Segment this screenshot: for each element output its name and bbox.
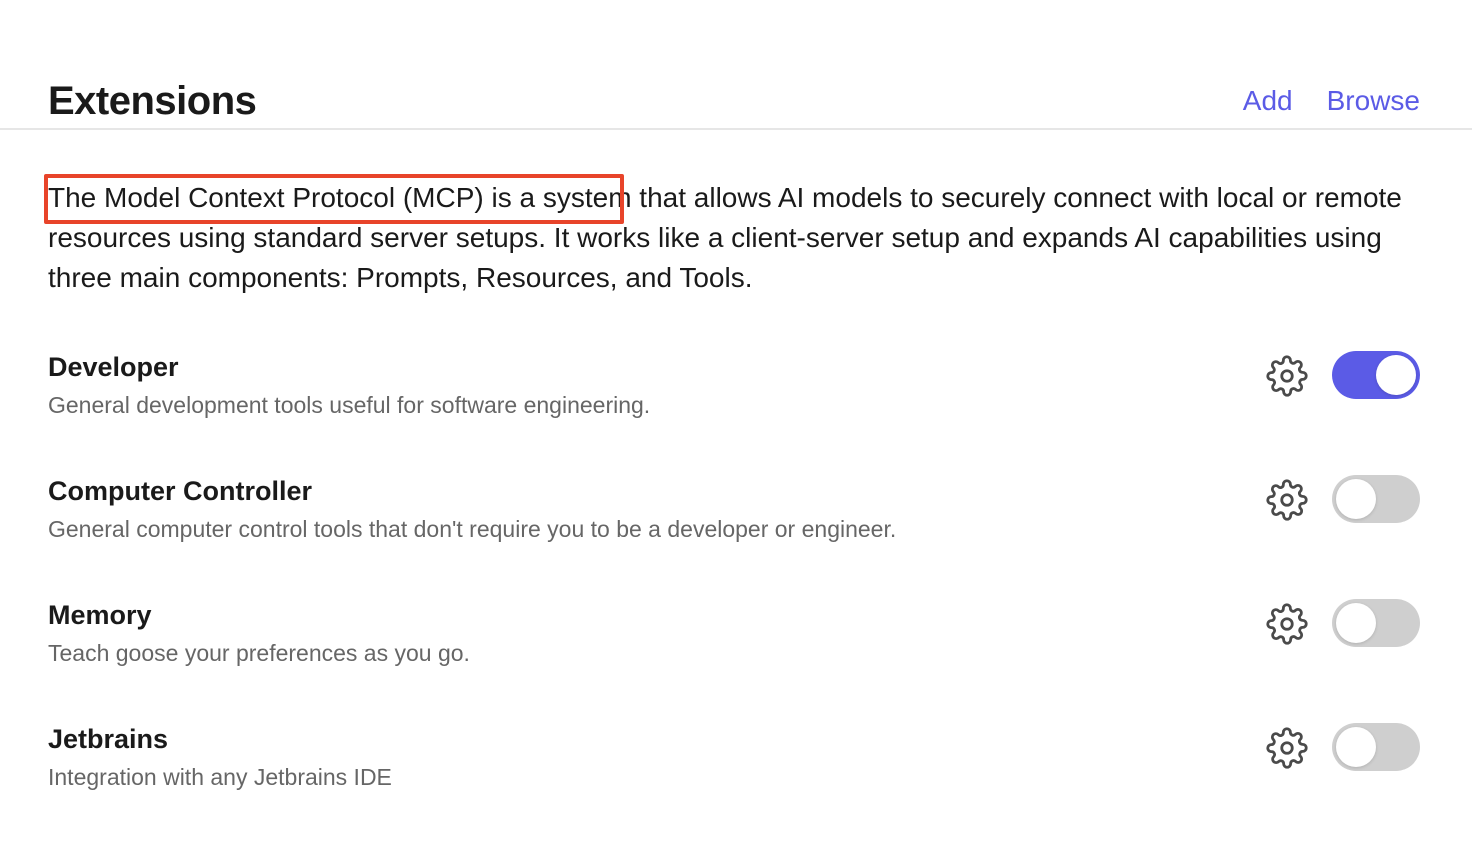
extension-row-developer: Developer General development tools usef… xyxy=(48,350,1420,440)
extension-toggle[interactable] xyxy=(1332,723,1420,771)
add-link[interactable]: Add xyxy=(1243,84,1293,118)
extension-toggle[interactable] xyxy=(1332,351,1420,399)
extension-row-jetbrains: Jetbrains Integration with any Jetbrains… xyxy=(48,722,1420,812)
extension-row-computer-controller: Computer Controller General computer con… xyxy=(48,474,1420,564)
toggle-knob xyxy=(1336,727,1376,767)
page-title: Extensions xyxy=(48,79,257,123)
toggle-knob xyxy=(1376,355,1416,395)
extension-name: Computer Controller xyxy=(48,476,313,506)
extension-name: Memory xyxy=(48,600,152,630)
extension-name: Developer xyxy=(48,352,179,382)
gear-icon[interactable] xyxy=(1266,603,1308,645)
intro-highlighted-text: The Model Context Protocol (MCP) is a sy… xyxy=(48,182,632,213)
extension-description: Teach goose your preferences as you go. xyxy=(48,640,470,666)
extension-toggle[interactable] xyxy=(1332,599,1420,647)
gear-icon[interactable] xyxy=(1266,727,1308,769)
browse-link[interactable]: Browse xyxy=(1327,84,1420,118)
extension-description: General computer control tools that don'… xyxy=(48,516,897,542)
intro-text: The Model Context Protocol (MCP) is a sy… xyxy=(44,174,1428,298)
extension-description: Integration with any Jetbrains IDE xyxy=(48,764,392,790)
toggle-knob xyxy=(1336,479,1376,519)
extension-name: Jetbrains xyxy=(48,724,169,754)
extensions-page: Extensions Add Browse The Model Context … xyxy=(0,0,1472,852)
header-actions: Add Browse xyxy=(1243,84,1420,118)
extension-description: General development tools useful for sof… xyxy=(48,392,651,418)
extension-row-memory: Memory Teach goose your preferences as y… xyxy=(48,598,1420,688)
gear-icon[interactable] xyxy=(1266,355,1308,397)
extension-toggle[interactable] xyxy=(1332,475,1420,523)
page-header: Extensions Add Browse xyxy=(0,0,1472,130)
toggle-knob xyxy=(1336,603,1376,643)
gear-icon[interactable] xyxy=(1266,479,1308,521)
